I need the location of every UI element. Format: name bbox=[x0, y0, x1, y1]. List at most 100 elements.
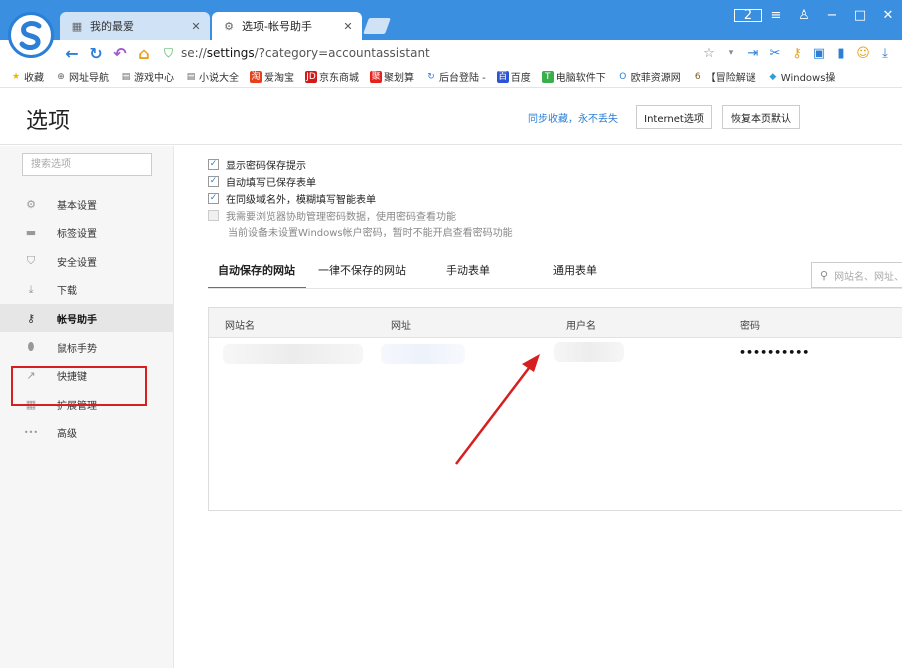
option-note: 当前设备未设置Windows帐户密码，暂时不能开启查看密码功能 bbox=[228, 228, 513, 239]
key-icon[interactable]: ⚷ bbox=[786, 46, 808, 61]
bookmark-label: 聚划算 bbox=[384, 73, 414, 84]
sidebar-item-shield[interactable]: ⛉ 安全设置 bbox=[0, 247, 173, 275]
scissors-icon[interactable]: ✂ bbox=[764, 46, 786, 61]
download-icon: ⤓ bbox=[28, 282, 34, 296]
bookmark-icon: ▤ bbox=[186, 71, 196, 82]
close-icon[interactable]: ✕ bbox=[188, 20, 204, 33]
option-fuzzy-fill[interactable]: ✓ 在同级域名外，模糊填写智能表单 bbox=[208, 191, 376, 206]
reset-defaults-button[interactable]: 恢复本页默认 bbox=[722, 105, 800, 129]
sidebar-item-key[interactable]: ⚷ 帐号助手 bbox=[0, 304, 173, 333]
header-password[interactable]: 密码 bbox=[740, 317, 760, 332]
new-tab-button[interactable] bbox=[363, 18, 391, 34]
skin-icon[interactable]: ♙ bbox=[790, 8, 818, 23]
bookmark-item[interactable]: ⊕ 网址导航 bbox=[55, 69, 109, 85]
window-controls: 2 ≡ ♙ − □ ✕ bbox=[734, 8, 902, 23]
back-arrow-icon[interactable]: ← bbox=[62, 44, 82, 63]
bookmark-item[interactable]: ▤ 小说大全 bbox=[185, 69, 239, 85]
menu-icon[interactable]: ≡ bbox=[762, 8, 790, 23]
login-icon[interactable]: ⇥ bbox=[742, 46, 764, 61]
tab-never-saved-sites[interactable]: 一律不保存的网站 bbox=[318, 257, 406, 289]
bookmark-item[interactable]: O 欧菲资源网 bbox=[617, 69, 681, 85]
tab-title: 选项-帐号助手 bbox=[242, 20, 312, 33]
tab-auto-saved-sites[interactable]: 自动保存的网站 bbox=[208, 257, 306, 289]
bookmark-label: Windows操 bbox=[780, 73, 836, 84]
bookmark-item[interactable]: ▤ 游戏中心 bbox=[120, 69, 174, 85]
sidebar-item-label: 高级 bbox=[57, 429, 77, 441]
highlight-box bbox=[11, 366, 147, 406]
address-bar[interactable]: ⛉ se://settings/?category=accountassista… bbox=[164, 42, 698, 64]
option-password-manage: 我需要浏览器协助管理密码数据，使用密码查看功能 bbox=[208, 208, 456, 223]
maximize-icon[interactable]: □ bbox=[846, 8, 874, 23]
translate-icon[interactable]: ▣ bbox=[808, 46, 830, 61]
site-search-input[interactable]: ⚲ 网站名、网址、 bbox=[811, 262, 902, 288]
undo-icon[interactable]: ↶ bbox=[110, 44, 130, 63]
sidebar-item-gear[interactable]: ⚙ 基本设置 bbox=[0, 190, 173, 218]
internet-options-button[interactable]: Internet选项 bbox=[636, 105, 712, 129]
sidebar-item-mouse[interactable]: ⬮ 鼠标手势 bbox=[0, 333, 173, 361]
bookmark-icon: 百 bbox=[496, 70, 509, 83]
tab-general-forms[interactable]: 通用表单 bbox=[553, 257, 597, 289]
bookmark-item[interactable]: 淘爱淘宝 bbox=[250, 69, 294, 84]
sidebar-item-more[interactable]: ••• 高级 bbox=[0, 419, 173, 447]
bookmark-label: 收藏 bbox=[24, 73, 44, 84]
chevron-down-icon[interactable]: ▾ bbox=[720, 48, 742, 58]
shield-icon: ⛉ bbox=[164, 45, 174, 60]
checkbox[interactable]: ✓ bbox=[208, 159, 219, 170]
sidebar-item-label: 基本设置 bbox=[57, 200, 97, 212]
bookmark-item[interactable]: T 电脑软件下 bbox=[541, 69, 606, 84]
checkbox[interactable]: ✓ bbox=[208, 193, 219, 204]
home-icon[interactable]: ⌂ bbox=[134, 44, 154, 63]
tab-favorites[interactable]: ▦ 我的最爱 ✕ bbox=[60, 12, 210, 40]
sidebar-item-download[interactable]: ⤓ 下载 bbox=[0, 276, 173, 304]
sidebar-item-label: 下载 bbox=[57, 286, 77, 298]
minimize-icon[interactable]: − bbox=[818, 8, 846, 23]
checkbox bbox=[208, 210, 219, 221]
refresh-icon[interactable]: ↻ bbox=[86, 44, 106, 63]
header-site-name[interactable]: 网站名 bbox=[225, 317, 255, 332]
address-text[interactable]: se://settings/?category=accountassistant bbox=[181, 46, 430, 60]
header-username[interactable]: 用户名 bbox=[566, 317, 596, 332]
gear-icon: ⚙ bbox=[224, 19, 234, 33]
blurred-username bbox=[554, 342, 624, 362]
bookmark-icon: 淘 bbox=[250, 70, 262, 83]
bookmark-item[interactable]: JD 京东商城 bbox=[305, 69, 359, 84]
bookmark-icon: 6 bbox=[694, 71, 701, 82]
option-show-password-prompt[interactable]: ✓ 显示密码保存提示 bbox=[208, 157, 306, 172]
toolbar-icons: ☆ ▾ ⇥ ✂ ⚷ ▣ ▮ ☺ ⤓ bbox=[698, 46, 896, 61]
smiley-icon[interactable]: ☺ bbox=[852, 46, 874, 61]
bookmark-item[interactable]: 聚聚划算 bbox=[370, 69, 414, 84]
bookmark-item[interactable]: ◆ Windows操 bbox=[767, 69, 836, 85]
bookmark-icon: T bbox=[541, 70, 554, 83]
bookmarks-bar: ★ 收藏 ⊕ 网址导航 ▤ 游戏中心 ▤ 小说大全淘爱淘宝 JD 京东商城聚聚划算 ↻ 后台登陆 - 百… bbox=[0, 66, 902, 88]
bookmark-label: 【冒险解谜 bbox=[705, 73, 756, 84]
bookmark-label: 小说大全 bbox=[199, 73, 239, 84]
screen-icon[interactable]: ▮ bbox=[830, 46, 852, 61]
bookmark-item[interactable]: ★ 收藏 bbox=[10, 69, 44, 85]
browser-logo[interactable] bbox=[8, 12, 54, 58]
close-window-icon[interactable]: ✕ bbox=[874, 8, 902, 23]
sync-link[interactable]: 同步收藏，永不丢失 bbox=[528, 110, 618, 125]
bookmark-icon: JD bbox=[305, 70, 317, 83]
bookmark-label: 欧菲资源网 bbox=[630, 73, 681, 84]
table-header: 网站名 网址 用户名 密码 bbox=[209, 308, 902, 338]
bookmark-icon: 聚 bbox=[370, 70, 382, 83]
bookmark-item[interactable]: ↻ 后台登陆 - bbox=[425, 69, 486, 85]
tab-counter-icon[interactable]: 2 bbox=[734, 8, 762, 23]
gear-icon: ⚙ bbox=[26, 197, 36, 211]
star-icon[interactable]: ☆ bbox=[698, 46, 720, 61]
option-autofill-forms[interactable]: ✓ 自动填写已保存表单 bbox=[208, 174, 316, 189]
search-icon: ⚲ bbox=[820, 268, 829, 282]
sidebar-item-tab[interactable]: ▬ 标签设置 bbox=[0, 219, 173, 247]
bookmark-label: 京东商城 bbox=[319, 73, 359, 84]
checkbox[interactable]: ✓ bbox=[208, 176, 219, 187]
tab-settings[interactable]: ⚙ 选项-帐号助手 ✕ bbox=[212, 12, 362, 40]
close-icon[interactable]: ✕ bbox=[340, 20, 356, 33]
search-options-input[interactable]: 搜索选项 bbox=[22, 153, 152, 176]
bookmark-item[interactable]: 6 【冒险解谜 bbox=[692, 69, 756, 85]
table-row[interactable]: •••••••••• bbox=[209, 339, 902, 369]
download-icon[interactable]: ⤓ bbox=[874, 46, 896, 61]
header-url[interactable]: 网址 bbox=[391, 317, 411, 332]
sidebar-item-label: 标签设置 bbox=[57, 229, 97, 241]
tab-manual-forms[interactable]: 手动表单 bbox=[446, 257, 490, 289]
bookmark-item[interactable]: 百百度 bbox=[496, 69, 531, 84]
